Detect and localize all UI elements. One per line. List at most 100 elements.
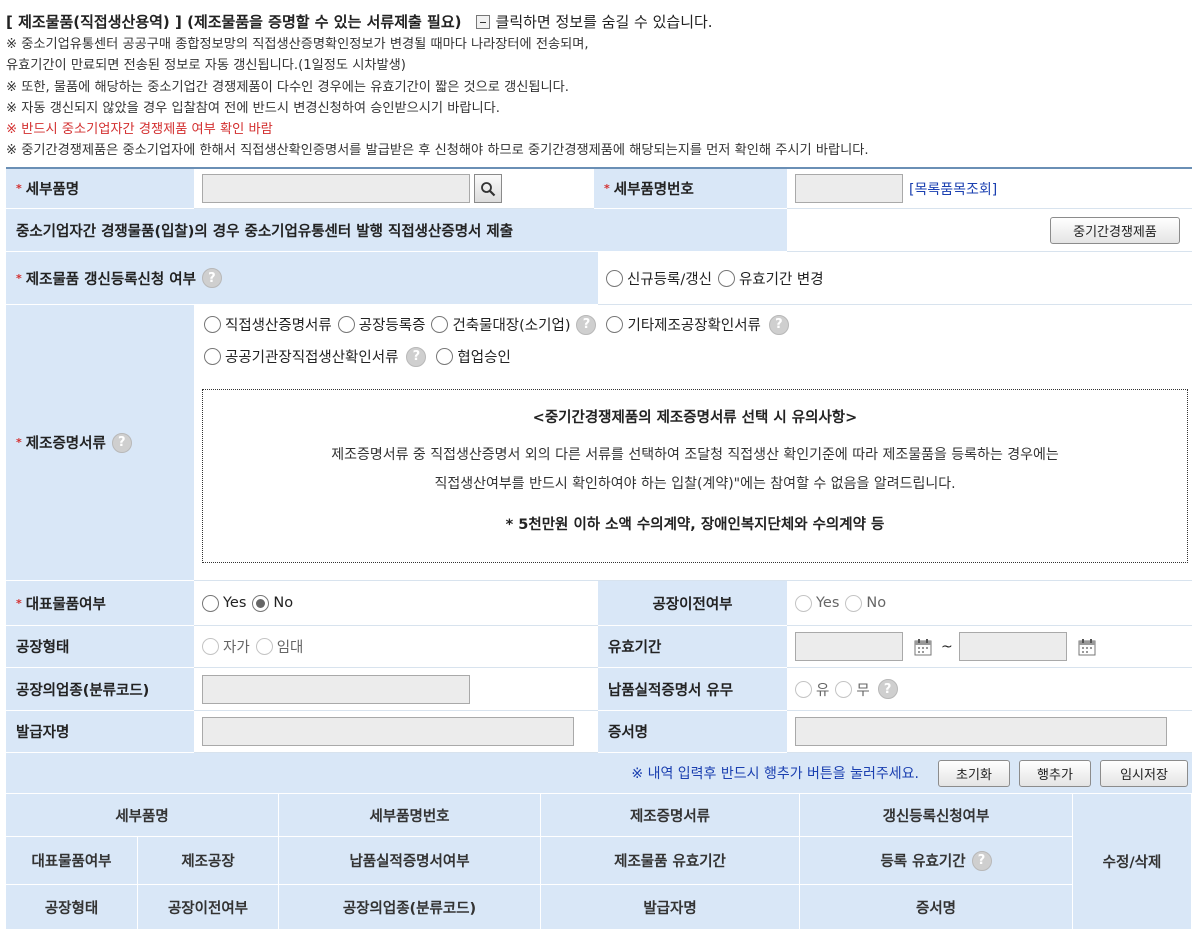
help-icon[interactable]: ? — [111, 432, 132, 453]
search-icon — [481, 181, 496, 196]
notice-line: ※ 자동 갱신되지 않았을 경우 입찰참여 전에 반드시 변경신청하여 승인받으… — [6, 100, 500, 116]
industry-input[interactable] — [202, 674, 470, 704]
notice-line: 유효기간이 만료되면 전송된 정보로 자동 갱신됩니다.(1일정도 시차발생) — [6, 58, 406, 74]
validity-start-input[interactable] — [795, 632, 903, 661]
notice-line: ※ 중기간경쟁제품은 중소기업자에 한해서 직접생산확인증명서를 발급받은 후 … — [6, 143, 869, 159]
sme-notice-label: 중소기업자간 경쟁물품(입찰)의 경우 중소기업유통센터 발행 직접생산증명서 … — [6, 209, 787, 252]
detail-name-label: * 세부품명 — [6, 169, 194, 209]
factory-owned-radio[interactable]: 자가 — [202, 636, 250, 657]
rep-item-label: * 대표물품여부 — [6, 581, 194, 626]
factory-type-cell: 자가 임대 — [194, 626, 598, 668]
factory-type-label: 공장형태 — [6, 626, 194, 668]
detail-name-input[interactable] — [202, 174, 470, 203]
proof-public-agency-radio[interactable]: 공공기관장직접생산확인서류 — [204, 346, 398, 367]
required-mark: * — [16, 596, 22, 610]
notice-title: <중기간경쟁제품의 제조증명서류 선택 시 유의사항> — [532, 410, 858, 426]
col-industry: 공장의업종(분류코드) — [279, 885, 541, 930]
renew-new-radio[interactable]: 신규등록/갱신 — [606, 268, 712, 289]
move-yes-radio[interactable]: Yes — [795, 594, 839, 612]
renew-label: * 제조물품 갱신등록신청 여부 ? — [6, 252, 598, 305]
proof-options-row1: 직접생산증명서류 공장등록증 건축물대장(소기업) ? 기타제조공장확인서류 ? — [204, 314, 789, 335]
col-delivery-cert: 납품실적증명서여부 — [279, 837, 541, 885]
calendar-icon[interactable] — [1077, 637, 1097, 657]
issuer-cell — [194, 711, 598, 753]
delivery-yes-radio[interactable]: 유 — [795, 679, 829, 700]
col-renew: 갱신등록신청여부 — [800, 794, 1073, 837]
catalog-lookup-link[interactable]: [목록품목조회] — [909, 179, 997, 199]
notice-body: 제조증명서류 중 직접생산증명서 외의 다른 서류를 선택하여 조달청 직접생산… — [331, 447, 1059, 492]
validity-end-input[interactable] — [958, 632, 1067, 661]
proof-direct-production-radio[interactable]: 직접생산증명서류 — [204, 314, 332, 335]
validity-cell: ~ — [787, 626, 1192, 668]
col-factory: 제조공장 — [138, 837, 279, 885]
validity-label: 유효기간 — [598, 626, 787, 668]
col-detail-name: 세부품명 — [6, 794, 279, 837]
delivery-no-radio[interactable]: 무 — [835, 679, 870, 700]
col-validity: 제조물품 유효기간 — [541, 837, 800, 885]
notice-line: ※ 또한, 물품에 해당하는 중소기업간 경쟁제품이 다수인 경우에는 유효기간… — [6, 79, 569, 95]
renew-options-cell: 신규등록/갱신 유효기간 변경 — [598, 252, 1192, 305]
cert-name-cell — [787, 711, 1192, 753]
factory-move-cell: Yes No — [787, 581, 1192, 626]
issuer-input[interactable] — [202, 717, 574, 746]
help-icon[interactable]: ? — [971, 850, 992, 871]
renew-validity-change-radio[interactable]: 유효기간 변경 — [717, 268, 824, 289]
detail-no-input[interactable] — [795, 174, 903, 203]
cert-name-input[interactable] — [795, 717, 1167, 746]
col-factory-move: 공장이전여부 — [138, 885, 279, 930]
add-row-button[interactable]: 행추가 — [1019, 759, 1091, 787]
required-mark: * — [16, 271, 22, 285]
info-header: [ 제조물품(직접생산용역) ] (제조물품을 증명할 수 있는 서류제출 필요… — [6, 10, 1196, 162]
col-cert-name: 증서명 — [800, 885, 1073, 930]
add-row-reminder: ※ 내역 입력후 반드시 행추가 버튼을 눌러주세요. — [631, 766, 919, 782]
rep-yes-radio[interactable]: Yes — [202, 594, 246, 612]
required-mark: * — [604, 182, 610, 195]
cert-name-label: 증서명 — [598, 711, 787, 753]
col-detail-no: 세부품명번호 — [279, 794, 541, 837]
rep-item-cell: Yes No — [194, 581, 598, 626]
industry-cell — [194, 668, 598, 711]
help-icon[interactable]: ? — [201, 268, 222, 288]
col-issuer: 발급자명 — [541, 885, 800, 930]
proof-building-register-radio[interactable]: 건축물대장(소기업) — [431, 314, 570, 335]
move-no-radio[interactable]: No — [845, 594, 886, 612]
header-title-line: [ 제조물품(직접생산용역) ] (제조물품을 증명할 수 있는 서류제출 필요… — [6, 10, 1196, 34]
delivery-cert-cell: 유 무 ? — [787, 668, 1192, 711]
detail-no-cell: [목록품목조회] — [787, 169, 1192, 209]
proof-notice-box: <중기간경쟁제품의 제조증명서류 선택 시 유의사항> 제조증명서류 중 직접생… — [202, 389, 1188, 563]
factory-lease-radio[interactable]: 임대 — [255, 636, 303, 657]
range-tilde: ~ — [941, 638, 953, 655]
industry-label: 공장의업종(분류코드) — [6, 668, 194, 711]
col-edit-delete: 수정/삭제 — [1073, 794, 1192, 930]
header-title: [ 제조물품(직접생산용역) ] (제조물품을 증명할 수 있는 서류제출 필요… — [6, 13, 462, 31]
col-proof-docs: 제조증명서류 — [541, 794, 800, 837]
help-icon[interactable]: ? — [406, 346, 427, 367]
col-factory-type: 공장형태 — [6, 885, 138, 930]
issuer-label: 발급자명 — [6, 711, 194, 753]
proof-collaboration-radio[interactable]: 협업승인 — [436, 346, 511, 367]
detail-no-label: * 세부품명번호 — [594, 169, 787, 209]
search-button[interactable] — [474, 174, 502, 203]
proof-docs-label: * 제조증명서류 ? — [6, 305, 194, 581]
collapse-toggle-button[interactable] — [475, 15, 490, 29]
proof-factory-registration-radio[interactable]: 공장등록증 — [337, 314, 425, 335]
proof-options-row2: 공공기관장직접생산확인서류 ? 협업승인 — [204, 346, 517, 367]
notice-foot: * 5천만원 이하 소액 수의계약, 장애인복지단체와 수의계약 등 — [505, 517, 885, 533]
help-icon[interactable]: ? — [877, 679, 898, 699]
sme-button-cell: 중기간경쟁제품 — [787, 209, 1192, 252]
delivery-cert-label: 납품실적증명서 유무 — [598, 668, 787, 711]
temp-save-button[interactable]: 임시저장 — [1100, 759, 1188, 787]
proof-other-factory-radio[interactable]: 기타제조공장확인서류 — [606, 314, 761, 335]
action-bar: ※ 내역 입력후 반드시 행추가 버튼을 눌러주세요. 초기화 행추가 임시저장 — [6, 753, 1192, 793]
calendar-icon[interactable] — [913, 637, 933, 657]
sme-competition-product-button[interactable]: 중기간경쟁제품 — [1050, 216, 1180, 244]
detail-name-cell — [194, 169, 594, 209]
col-reg-validity: 등록 유효기간 ? — [800, 837, 1073, 885]
required-mark: * — [16, 182, 22, 195]
rep-no-radio[interactable]: No — [252, 594, 293, 612]
reset-button[interactable]: 초기화 — [938, 759, 1010, 787]
help-icon[interactable]: ? — [768, 314, 789, 335]
required-mark: * — [16, 436, 22, 449]
help-icon[interactable]: ? — [576, 314, 597, 335]
notice-line: ※ 중소기업유통센터 공공구매 종합정보망의 직접생산증명확인정보가 변경될 때… — [6, 37, 589, 52]
